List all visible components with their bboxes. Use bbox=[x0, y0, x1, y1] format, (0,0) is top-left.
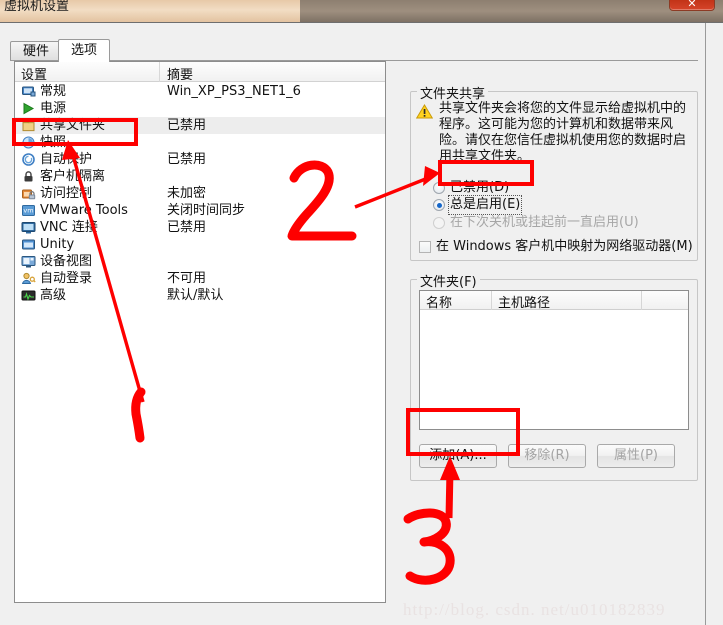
list-item-label: VMware Tools bbox=[40, 203, 128, 218]
list-item-label: 快照 bbox=[40, 135, 67, 150]
list-item[interactable]: 自动保护 已禁用 bbox=[15, 151, 385, 168]
monitor-icon bbox=[22, 86, 36, 97]
list-item-label: 客户机隔离 bbox=[40, 169, 106, 184]
window-title: 虚拟机设置 bbox=[4, 0, 70, 14]
folders-group: 文件夹(F) 名称 主机路径 添加(A)... 移除(R) 属性(P) bbox=[410, 271, 698, 481]
folder-sharing-warning-text: 共享文件夹会将您的文件显示给虚拟机中的程序。这可能为您的计算机和数据带来风险。请… bbox=[439, 101, 687, 164]
list-item-shared-folders[interactable]: 共享文件夹 已禁用 bbox=[15, 117, 385, 134]
folders-table-header: 名称 主机路径 bbox=[420, 291, 688, 311]
list-item-label: 常规 bbox=[40, 84, 67, 99]
settings-list-header: 设置 摘要 bbox=[15, 62, 385, 83]
column-header-summary[interactable]: 摘要 bbox=[167, 64, 193, 83]
list-item[interactable]: vm VMware Tools 关闭时间同步 bbox=[15, 202, 385, 219]
list-item-summary: 不可用 bbox=[167, 271, 207, 286]
list-item[interactable]: Unity bbox=[15, 236, 385, 253]
list-item-label: 自动保护 bbox=[40, 152, 93, 167]
tab-hardware[interactable]: 硬件 bbox=[10, 41, 63, 61]
list-item-label: 电源 bbox=[40, 101, 67, 116]
list-item[interactable]: VNC 连接 已禁用 bbox=[15, 219, 385, 236]
list-item-summary: 默认/默认 bbox=[167, 288, 224, 303]
list-item[interactable]: 客户机隔离 bbox=[15, 168, 385, 185]
list-item[interactable]: 电源 bbox=[15, 100, 385, 117]
play-icon bbox=[23, 102, 35, 115]
list-item[interactable]: 高级 默认/默认 bbox=[15, 287, 385, 304]
titlebar-right-fill bbox=[300, 0, 723, 22]
close-icon: ✕ bbox=[687, 0, 697, 10]
folders-column-divider[interactable] bbox=[641, 291, 642, 310]
column-header-setting[interactable]: 设置 bbox=[21, 64, 47, 83]
auto-login-icon bbox=[21, 272, 36, 284]
svg-text:vm: vm bbox=[23, 207, 33, 215]
folders-table[interactable]: 名称 主机路径 bbox=[419, 290, 689, 430]
autoprotect-icon bbox=[22, 153, 35, 166]
list-item-label: 自动登录 bbox=[40, 271, 93, 286]
column-divider bbox=[159, 62, 160, 82]
list-item-summary: Win_XP_PS3_NET1_6 bbox=[167, 84, 301, 99]
radio-indicator bbox=[433, 217, 445, 229]
list-item-label: 共享文件夹 bbox=[40, 118, 106, 133]
snapshot-icon bbox=[22, 136, 35, 149]
folders-group-title: 文件夹(F) bbox=[417, 271, 480, 290]
list-item[interactable]: 设备视图 bbox=[15, 253, 385, 270]
list-item-label: 高级 bbox=[40, 288, 67, 303]
device-view-icon bbox=[21, 256, 36, 268]
vmware-tools-icon: vm bbox=[22, 205, 35, 216]
tab-options[interactable]: 选项 bbox=[58, 39, 111, 62]
radio-indicator[interactable] bbox=[433, 182, 445, 194]
close-button[interactable]: ✕ bbox=[669, 0, 715, 11]
settings-window: 硬件 选项 设置 摘要 常规 Win_XP_PS3_NET1_6 电源 共享文件… bbox=[0, 22, 723, 625]
list-item-summary: 已禁用 bbox=[167, 152, 207, 167]
window-titlebar: 虚拟机设置 ✕ bbox=[0, 0, 723, 22]
lock-icon bbox=[24, 171, 33, 182]
window-content: 硬件 选项 设置 摘要 常规 Win_XP_PS3_NET1_6 电源 共享文件… bbox=[0, 23, 706, 625]
folder-icon bbox=[22, 120, 35, 132]
tab-bar: 硬件 选项 bbox=[10, 39, 698, 62]
list-item-summary: 未加密 bbox=[167, 186, 207, 201]
settings-list-panel[interactable]: 设置 摘要 常规 Win_XP_PS3_NET1_6 电源 共享文件夹 已禁用 … bbox=[14, 61, 386, 603]
list-item-label: Unity bbox=[40, 237, 75, 252]
list-item[interactable]: 自动登录 不可用 bbox=[15, 270, 385, 287]
folder-sharing-group: 文件夹共享 共享文件夹会将您的文件显示给虚拟机中的程序。这可能为您的计算机和数据… bbox=[410, 83, 698, 261]
folders-column-host-path[interactable]: 主机路径 bbox=[498, 292, 550, 311]
vnc-icon bbox=[21, 222, 36, 234]
folders-column-divider[interactable] bbox=[491, 291, 492, 310]
list-item-summary: 已禁用 bbox=[167, 118, 207, 133]
list-item[interactable]: 快照 bbox=[15, 134, 385, 151]
list-item[interactable]: 访问控制 未加密 bbox=[15, 185, 385, 202]
add-folder-button[interactable]: 添加(A)... bbox=[419, 444, 497, 468]
list-item[interactable]: 常规 Win_XP_PS3_NET1_6 bbox=[15, 83, 385, 100]
access-lock-icon bbox=[22, 189, 36, 200]
advanced-icon bbox=[21, 290, 36, 301]
checkbox-label: 在 Windows 客户机中映射为网络驱动器(M) bbox=[436, 239, 693, 254]
folder-properties-button: 属性(P) bbox=[597, 444, 675, 468]
watermark-text: http://blog. csdn. net/u010182839 bbox=[403, 600, 666, 619]
folder-sharing-group-title: 文件夹共享 bbox=[417, 83, 489, 102]
radio-indicator[interactable] bbox=[433, 199, 445, 211]
radio-label: 在下次关机或挂起前一直启用(U) bbox=[450, 215, 639, 230]
list-item-label: 设备视图 bbox=[40, 254, 93, 269]
unity-icon bbox=[22, 239, 35, 250]
settings-list-rows: 常规 Win_XP_PS3_NET1_6 电源 共享文件夹 已禁用 快照 自动保… bbox=[15, 83, 385, 304]
warning-triangle-icon bbox=[416, 104, 433, 119]
list-item-summary: 已禁用 bbox=[167, 220, 207, 235]
radio-label: 已禁用(D) bbox=[450, 180, 510, 195]
list-item-summary: 关闭时间同步 bbox=[167, 203, 246, 218]
remove-folder-button: 移除(R) bbox=[508, 444, 586, 468]
checkbox-indicator[interactable] bbox=[419, 241, 431, 253]
list-item-label: VNC 连接 bbox=[40, 220, 98, 235]
radio-label: 总是启用(E) bbox=[447, 195, 523, 215]
folders-column-name[interactable]: 名称 bbox=[426, 292, 452, 311]
list-item-label: 访问控制 bbox=[40, 186, 93, 201]
window-right-edge bbox=[706, 23, 723, 625]
